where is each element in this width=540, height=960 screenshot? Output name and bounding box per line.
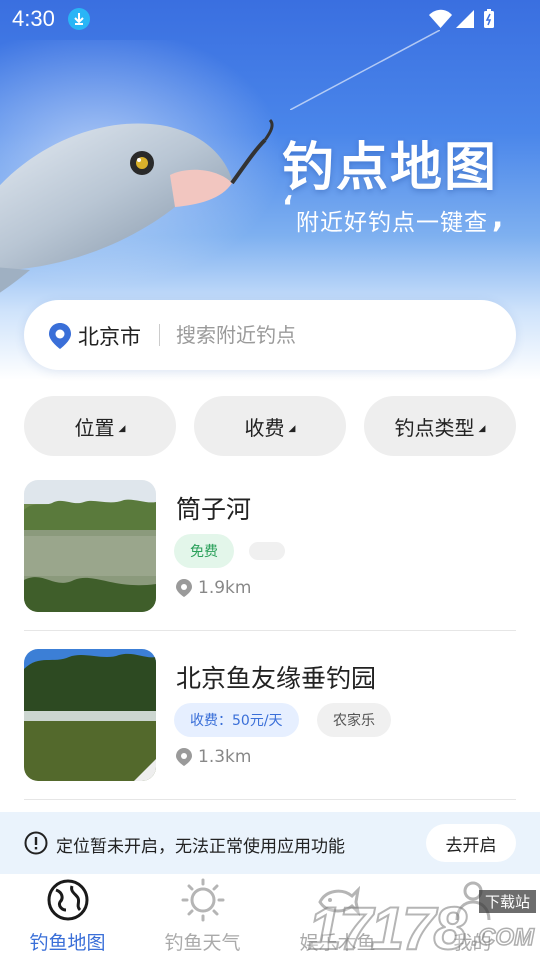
nav-label: 钓鱼天气 — [164, 932, 241, 954]
city-selector[interactable]: 北京市 — [78, 321, 141, 351]
list-divider — [24, 630, 516, 631]
distance-value: 1.9km — [198, 578, 252, 598]
enable-location-button[interactable]: 去开启 — [426, 824, 516, 862]
status-time: 4:30 — [12, 6, 55, 31]
download-icon — [68, 8, 90, 30]
fishing-line — [290, 30, 440, 110]
filter-fee[interactable]: 收费 ◢ — [194, 396, 346, 456]
wifi-icon — [429, 9, 452, 28]
distance: 1.3km — [176, 747, 251, 767]
search-divider — [159, 324, 160, 346]
filter-label: 钓点类型 — [394, 415, 475, 440]
notice-text: 定位暂未开启，无法正常使用应用功能 — [56, 837, 345, 857]
watermark-domain: .COM — [471, 923, 535, 952]
site-watermark: 17178 下载站 .COM — [306, 888, 536, 960]
list-divider — [24, 799, 516, 800]
location-icon — [176, 579, 192, 597]
battery-icon — [484, 9, 494, 28]
distance: 1.9km — [176, 578, 251, 598]
alert-icon — [24, 831, 48, 855]
watermark-number: 17178 — [307, 894, 468, 960]
nav-label: 钓鱼地图 — [29, 932, 106, 954]
location-pin-icon — [49, 323, 71, 349]
location-notice-bar: 定位暂未开启，无法正常使用应用功能 去开启 — [0, 812, 540, 874]
filter-spot-type[interactable]: 钓点类型 ◢ — [364, 396, 516, 456]
spot-list-item[interactable]: 北京鱼友缘垂钓园 收费：50元/天 农家乐 1.3km — [24, 649, 516, 781]
status-icons — [428, 8, 500, 34]
spot-photo — [24, 480, 156, 612]
spot-name: 北京鱼友缘垂钓园 — [176, 664, 377, 693]
price-tag: 免费 — [174, 534, 234, 568]
caret-down-icon: ◢ — [118, 424, 126, 434]
spot-name: 筒子河 — [176, 495, 252, 524]
caret-down-icon: ◢ — [288, 424, 296, 434]
distance-value: 1.3km — [198, 747, 252, 767]
fish-illustration — [0, 118, 274, 293]
signal-icon — [456, 10, 474, 28]
nav-fishing-weather[interactable]: 钓鱼天气 — [135, 874, 270, 960]
filter-location[interactable]: 位置 ◢ — [24, 396, 176, 456]
search-input[interactable] — [176, 316, 486, 354]
watermark-tag: 下载站 — [478, 890, 536, 913]
caret-down-icon: ◢ — [478, 424, 486, 434]
empty-tag — [249, 542, 285, 560]
price-tag: 收费：50元/天 — [174, 703, 299, 737]
filter-label: 位置 — [74, 415, 115, 440]
nav-fishing-map[interactable]: 钓鱼地图 — [0, 874, 135, 960]
filter-label: 收费 — [244, 415, 285, 440]
spot-list-item[interactable]: 筒子河 免费 1.9km — [24, 480, 516, 612]
spot-photo — [24, 649, 156, 781]
quote-mark-right: , — [492, 200, 504, 235]
type-tag: 农家乐 — [317, 703, 391, 737]
hero-subtitle: 附近好钓点一键查 — [296, 210, 488, 236]
globe-icon — [47, 879, 89, 921]
location-icon — [176, 748, 192, 766]
sun-icon — [181, 878, 225, 922]
status-bar: 4:30 — [0, 0, 540, 38]
search-bar[interactable]: 北京市 — [24, 300, 516, 370]
hero-title: 钓点地图 — [282, 138, 499, 198]
